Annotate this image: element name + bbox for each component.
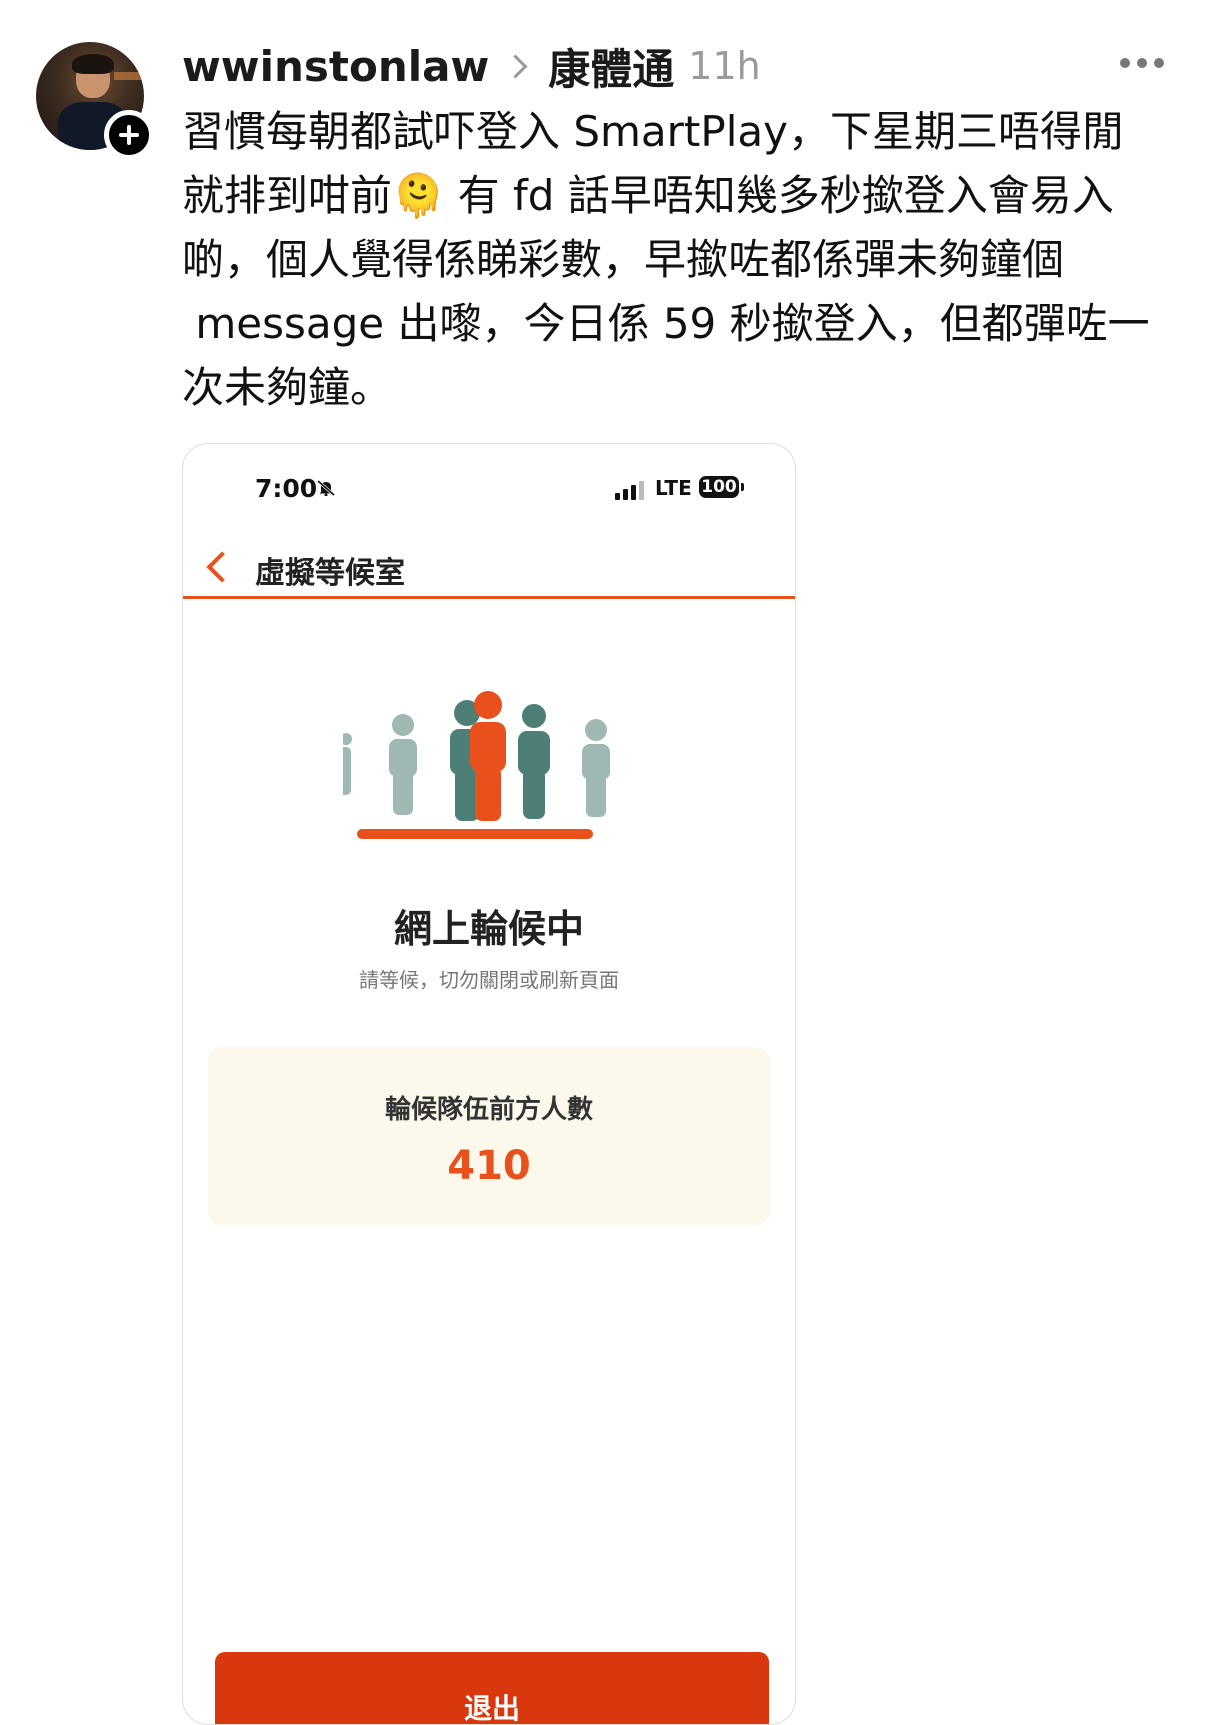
exit-button[interactable]: 退出 (215, 1652, 769, 1724)
bell-off-icon (317, 480, 335, 496)
queue-subtitle: 請等候，切勿關閉或刷新頁面 (359, 968, 619, 992)
post-time: 11h (688, 44, 761, 88)
more-icon[interactable] (1120, 58, 1164, 68)
page-title: 虛擬等候室 (255, 556, 405, 591)
post-header: wwinstonlaw 康體通 11h (182, 36, 761, 96)
network-type: LTE (655, 476, 692, 500)
status-time: 7:00 (255, 474, 318, 503)
signal-icon (615, 478, 644, 500)
attached-screenshot[interactable]: 7:00 LTE 100 虛擬等候室 網上輪候中 請等候，切勿關閉或刷新頁面 輪… (182, 443, 796, 1725)
nav-bar: 虛擬等候室 (183, 540, 795, 599)
queue-count-card: 輪候隊伍前方人數 410 (208, 1047, 770, 1225)
queue-people-icon (343, 691, 610, 839)
queue-heading: 網上輪候中 (393, 907, 584, 951)
chevron-left-icon[interactable] (206, 551, 238, 583)
chevron-right-icon (503, 53, 528, 79)
queue-count-value: 410 (447, 1143, 531, 1189)
queue-count-label: 輪候隊伍前方人數 (384, 1095, 593, 1125)
community-link[interactable]: 康體通 (548, 36, 674, 97)
battery-icon: 100 (699, 476, 739, 498)
post-text: 習慣每朝都試吓登入 SmartPlay，下星期三唔得閒 就排到咁前🫠 有 fd … (182, 107, 1150, 412)
follow-button[interactable] (104, 110, 154, 160)
username-link[interactable]: wwinstonlaw (182, 42, 489, 91)
